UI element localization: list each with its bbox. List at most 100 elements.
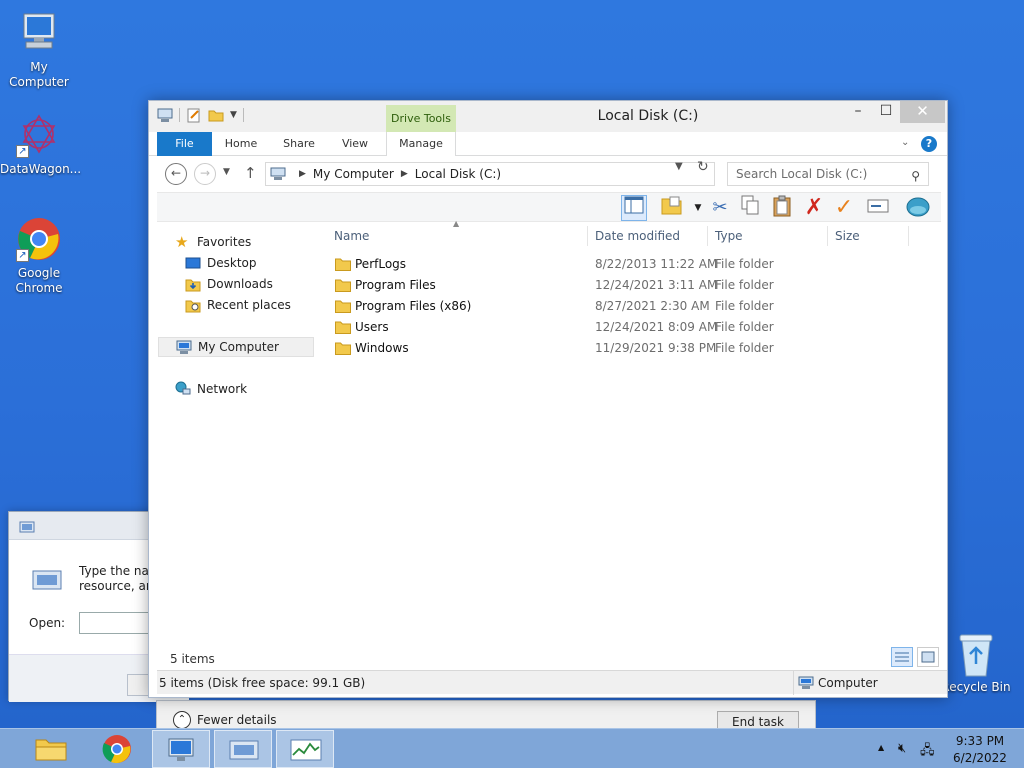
breadcrumb-chevron-icon[interactable]: ▶	[299, 169, 306, 179]
checkmark-icon[interactable]: ✓	[831, 195, 857, 221]
nav-label: Recent places	[207, 298, 291, 312]
desktop-icon-recycle-bin[interactable]: Recycle Bin	[940, 630, 1012, 694]
taskbar: ▲ 🔇︎ 🖧 9:33 PM 6/2/2022	[0, 728, 1024, 768]
file-type: File folder	[715, 299, 774, 313]
column-divider[interactable]	[908, 226, 909, 246]
back-button[interactable]: ←	[165, 163, 187, 185]
nav-downloads[interactable]: Downloads	[185, 274, 341, 294]
breadcrumb-chevron-icon[interactable]: ▶	[401, 169, 408, 179]
delete-icon[interactable]: ✗	[801, 195, 827, 221]
run-icon	[229, 740, 259, 760]
tab-file[interactable]: File	[157, 132, 212, 156]
taskbar-task-manager[interactable]	[276, 730, 334, 768]
taskbar-file-explorer[interactable]	[22, 730, 80, 768]
help-icon[interactable]: ?	[921, 136, 937, 152]
tab-view[interactable]: View	[331, 132, 379, 156]
tab-home[interactable]: Home	[215, 132, 267, 156]
desktop-folder-icon	[185, 257, 201, 269]
folder-options-icon[interactable]	[659, 195, 685, 221]
column-size[interactable]: Size	[835, 229, 860, 243]
details-view-icon[interactable]	[891, 647, 913, 667]
breadcrumb-local-disk[interactable]: Local Disk (C:)	[415, 167, 501, 181]
column-divider[interactable]	[827, 226, 828, 246]
clock-time[interactable]: 9:33 PM	[940, 734, 1020, 748]
file-row[interactable]: Windows 11/29/2021 9:38 PM File folder	[325, 338, 925, 359]
file-type: File folder	[715, 320, 774, 334]
explorer-titlebar[interactable]: ▼ Drive Tools Local Disk (C:) – ☐ ✕	[149, 101, 947, 132]
end-task-button[interactable]: End task	[717, 711, 799, 728]
recycle-bin-icon	[959, 634, 993, 677]
close-button[interactable]: ✕	[900, 101, 945, 123]
rename-icon[interactable]	[865, 195, 891, 221]
desktop-icon-datawagon[interactable]: ↗ DataWagon...	[0, 112, 82, 177]
forward-button[interactable]: →	[194, 163, 216, 185]
refresh-icon[interactable]: ↻	[697, 159, 709, 175]
preview-pane-icon[interactable]	[621, 195, 647, 221]
address-bar[interactable]: ▶ My Computer ▶ Local Disk (C:)	[265, 162, 715, 186]
search-placeholder: Search Local Disk (C:)	[736, 167, 868, 181]
file-row[interactable]: Program Files (x86) 8/27/2021 2:30 AM Fi…	[325, 296, 925, 317]
column-divider[interactable]	[707, 226, 708, 246]
downloads-icon	[185, 279, 201, 292]
command-toolbar: ▼ ✂ ✗ ✓	[157, 192, 941, 222]
column-type[interactable]: Type	[715, 229, 743, 243]
expand-ribbon-icon[interactable]: ⌄	[901, 137, 909, 148]
desktop-icon-label: Chrome	[15, 281, 63, 295]
network-globe-icon[interactable]	[905, 195, 931, 221]
datawagon-icon: ↗	[16, 112, 62, 158]
chrome-icon	[102, 735, 131, 764]
recent-locations-dropdown[interactable]: ▼	[223, 167, 230, 177]
file-row[interactable]: PerfLogs 8/22/2013 11:22 AM File folder	[325, 254, 925, 275]
address-history-dropdown[interactable]: ▼	[675, 161, 683, 172]
sort-indicator-icon: ▲	[453, 219, 460, 228]
nav-label: Favorites	[197, 235, 252, 249]
desktop-icon-label: My Computer	[9, 60, 69, 89]
column-date-modified[interactable]: Date modified	[595, 229, 680, 243]
tab-share[interactable]: Share	[271, 132, 327, 156]
taskbar-run[interactable]	[214, 730, 272, 768]
desktop-icon-chrome[interactable]: ↗ Google Chrome	[0, 216, 78, 296]
large-icons-view-icon[interactable]	[917, 647, 939, 667]
maximize-button[interactable]: ☐	[872, 101, 900, 123]
up-button[interactable]: ↑	[244, 164, 257, 182]
file-row[interactable]: Users 12/24/2021 8:09 AM File folder	[325, 317, 925, 338]
minimize-button[interactable]: –	[844, 101, 872, 123]
taskbar-explorer-active[interactable]	[152, 730, 210, 768]
breadcrumb-my-computer[interactable]: My Computer	[313, 167, 394, 181]
file-name: PerfLogs	[355, 257, 407, 271]
file-date: 8/27/2021 2:30 AM	[595, 299, 710, 313]
computer-icon	[168, 738, 194, 761]
network-tray-icon[interactable]: 🖧	[920, 741, 935, 763]
search-input[interactable]: Search Local Disk (C:) ⚲	[727, 162, 929, 186]
nav-label: Desktop	[207, 256, 257, 270]
file-row[interactable]: Program Files 12/24/2021 3:11 AM File fo…	[325, 275, 925, 296]
task-manager-window: ⌃ Fewer details End task	[156, 700, 816, 728]
nav-desktop[interactable]: Desktop	[185, 253, 341, 273]
column-name[interactable]: Name	[334, 229, 369, 243]
shortcut-arrow-icon: ↗	[16, 145, 29, 158]
tab-manage[interactable]: Manage	[386, 132, 456, 156]
cut-icon[interactable]: ✂	[707, 195, 733, 221]
recent-places-icon	[185, 300, 201, 313]
folder-icon	[335, 321, 351, 334]
file-name: Program Files	[355, 278, 436, 292]
taskbar-chrome[interactable]	[88, 730, 146, 768]
nav-favorites[interactable]: ★ Favorites	[175, 232, 331, 252]
copy-icon[interactable]	[737, 195, 763, 221]
fewer-details-button[interactable]: ⌃ Fewer details	[173, 711, 277, 728]
desktop-icon-my-computer[interactable]: My Computer	[0, 10, 78, 90]
nav-my-computer[interactable]: My Computer	[158, 337, 314, 357]
volume-muted-icon[interactable]: 🔇︎	[898, 741, 906, 756]
fewer-details-label: Fewer details	[197, 713, 277, 727]
run-app-icon	[32, 570, 62, 590]
show-hidden-icons-icon[interactable]: ▲	[878, 743, 884, 752]
desktop-icon-label: DataWagon...	[0, 162, 82, 176]
paste-icon[interactable]	[769, 195, 795, 221]
column-divider[interactable]	[587, 226, 588, 246]
clock-date[interactable]: 6/2/2022	[940, 751, 1020, 765]
status-bar: 5 items (Disk free space: 99.1 GB) Compu…	[157, 670, 947, 695]
nav-recent-places[interactable]: Recent places	[185, 295, 341, 315]
status-location: Computer	[793, 671, 878, 695]
view-switcher	[891, 647, 939, 667]
nav-network[interactable]: Network	[175, 379, 331, 399]
